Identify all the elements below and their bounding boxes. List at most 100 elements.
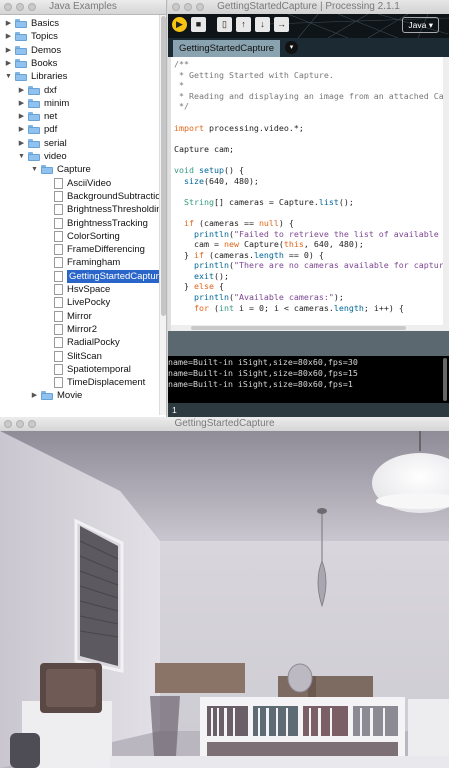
minimize-button[interactable] [16, 3, 24, 11]
file-icon [54, 363, 63, 375]
code-token: for [193, 302, 209, 313]
disclosure-closed-icon[interactable]: ▶ [31, 389, 38, 402]
tree-file-item[interactable]: AsciiVideo [54, 177, 111, 190]
folder-icon [28, 125, 40, 135]
disclosure-closed-icon[interactable]: ▶ [5, 57, 12, 70]
folder-icon [15, 58, 27, 68]
examples-scroll-thumb[interactable] [161, 16, 166, 316]
code-line: * Reading and displaying an image from a… [174, 91, 449, 102]
tree-file-item[interactable]: ColorSorting [54, 230, 120, 243]
tree-folder-item[interactable]: ▶ net [18, 110, 57, 123]
code-line: */ [174, 101, 449, 112]
examples-titlebar[interactable]: Java Examples [0, 0, 166, 15]
console-scrollbar[interactable] [443, 358, 447, 401]
code-token: new [223, 239, 239, 250]
stop-button[interactable]: ■ [191, 17, 206, 32]
disclosure-open-icon[interactable]: ▼ [5, 70, 12, 83]
code-line: } if (cameras.length == 0) { [174, 250, 449, 261]
close-button[interactable] [4, 420, 12, 428]
open-button[interactable]: ↑ [236, 17, 251, 32]
save-button[interactable]: ↓ [255, 17, 270, 32]
code-text[interactable]: /** * Getting Started with Capture. * * … [174, 59, 449, 313]
run-button[interactable]: ▶ [172, 17, 187, 32]
disclosure-closed-icon[interactable]: ▶ [18, 137, 25, 150]
close-button[interactable] [172, 3, 180, 11]
minimize-button[interactable] [16, 420, 24, 428]
code-line: cam = new Capture(this, 640, 480); [174, 239, 449, 250]
tree-file-item[interactable]: TimeDisplacement [54, 376, 145, 389]
tree-item-label: Mirror2 [67, 323, 98, 335]
tree-folder-item[interactable]: ▶ pdf [18, 123, 57, 136]
file-icon [54, 217, 63, 229]
tree-file-item[interactable]: Spatiotemporal [54, 363, 131, 376]
export-button[interactable]: → [274, 17, 289, 32]
tree-folder-item[interactable]: ▶ Basics [5, 17, 59, 30]
tree-folder-item[interactable]: ▶ Books [5, 57, 58, 70]
console[interactable]: name=Built-in iSight,size=80x60,fps=30 na… [168, 356, 449, 403]
disclosure-closed-icon[interactable]: ▶ [18, 84, 25, 97]
code-token: if [193, 249, 204, 260]
tree-file-item[interactable]: BrightnessTracking [54, 217, 148, 230]
tree-file-item[interactable]: GettingStartedCapture [54, 269, 166, 283]
ide-titlebar[interactable]: GettingStartedCapture | Processing 2.1.1 [168, 0, 449, 15]
console-line: name=Built-in iSight,size=80x60,fps=15 [168, 368, 358, 378]
tree-folder-item[interactable]: ▶ Demos [5, 44, 61, 57]
new-button[interactable]: ▯ [217, 17, 232, 32]
tree-file-item[interactable]: HsvSpace [54, 283, 110, 296]
folder-icon [28, 112, 40, 122]
disclosure-open-icon[interactable]: ▼ [31, 163, 38, 176]
code-token: this [283, 239, 304, 250]
window-controls [4, 3, 36, 11]
tree-folder-item[interactable]: ▶ dxf [18, 84, 57, 97]
code-token: * Getting Started with Capture. [174, 69, 334, 80]
capture-title: GettingStartedCapture [174, 418, 275, 429]
tab-gettingstartedcapture[interactable]: GettingStartedCapture [173, 40, 281, 57]
code-token: } [174, 281, 194, 292]
tab-menu-chevron-icon[interactable]: ▾ [285, 41, 298, 54]
console-line: name=Built-in iSight,size=80x60,fps=1 [168, 379, 353, 389]
tree-folder-item[interactable]: ▼ Capture [31, 163, 91, 176]
zoom-button[interactable] [28, 3, 36, 11]
disclosure-closed-icon[interactable]: ▶ [5, 44, 12, 57]
disclosure-closed-icon[interactable]: ▶ [18, 97, 25, 110]
close-button[interactable] [4, 3, 12, 11]
minimize-button[interactable] [184, 3, 192, 11]
tree-item-label: SlitScan [67, 350, 102, 362]
code-token: (cameras == [194, 217, 259, 228]
editor-vertical-scrollbar[interactable] [443, 57, 449, 331]
tree-file-item[interactable]: BackgroundSubtraction [54, 190, 166, 203]
editor-hscroll-thumb[interactable] [191, 326, 406, 330]
code-line: exit(); [174, 271, 449, 282]
mode-selector[interactable]: Java ▾ [402, 17, 439, 33]
disclosure-closed-icon[interactable]: ▶ [18, 110, 25, 123]
tree-file-item[interactable]: FrameDifferencing [54, 243, 145, 256]
tree-file-item[interactable]: Framingham [54, 256, 120, 269]
tree-folder-item[interactable]: ▼ video [18, 150, 67, 163]
code-token: */ [174, 101, 189, 112]
capture-titlebar[interactable]: GettingStartedCapture [0, 417, 449, 432]
disclosure-closed-icon[interactable]: ▶ [5, 17, 12, 30]
code-line: for (int i = 0; i < cameras.length; i++)… [174, 303, 449, 314]
tree-folder-item[interactable]: ▶ serial [18, 137, 67, 150]
tree-file-item[interactable]: LivePocky [54, 296, 110, 309]
tree-item-label: Framingham [67, 257, 121, 269]
zoom-button[interactable] [196, 3, 204, 11]
tree-folder-item[interactable]: ▼ Libraries [5, 70, 67, 83]
tree-folder-item[interactable]: ▶ minim [18, 97, 70, 110]
tree-folder-item[interactable]: ▶ Topics [5, 30, 58, 43]
disclosure-closed-icon[interactable]: ▶ [18, 123, 25, 136]
code-editor[interactable]: /** * Getting Started with Capture. * * … [168, 57, 449, 331]
tree-file-item[interactable]: BrightnessThresholding [54, 203, 166, 216]
disclosure-open-icon[interactable]: ▼ [18, 150, 25, 163]
zoom-button[interactable] [28, 420, 36, 428]
examples-scrollbar[interactable] [159, 15, 166, 415]
tree-file-item[interactable]: RadialPocky [54, 336, 120, 349]
disclosure-closed-icon[interactable]: ▶ [5, 30, 12, 43]
tree-file-item[interactable]: SlitScan [54, 350, 102, 363]
tree-file-item[interactable]: Mirror [54, 310, 92, 323]
tree-file-item[interactable]: Mirror2 [54, 323, 97, 336]
tree-folder-item[interactable]: ▶ Movie [31, 389, 83, 402]
tree-item-label: Libraries [31, 71, 68, 83]
